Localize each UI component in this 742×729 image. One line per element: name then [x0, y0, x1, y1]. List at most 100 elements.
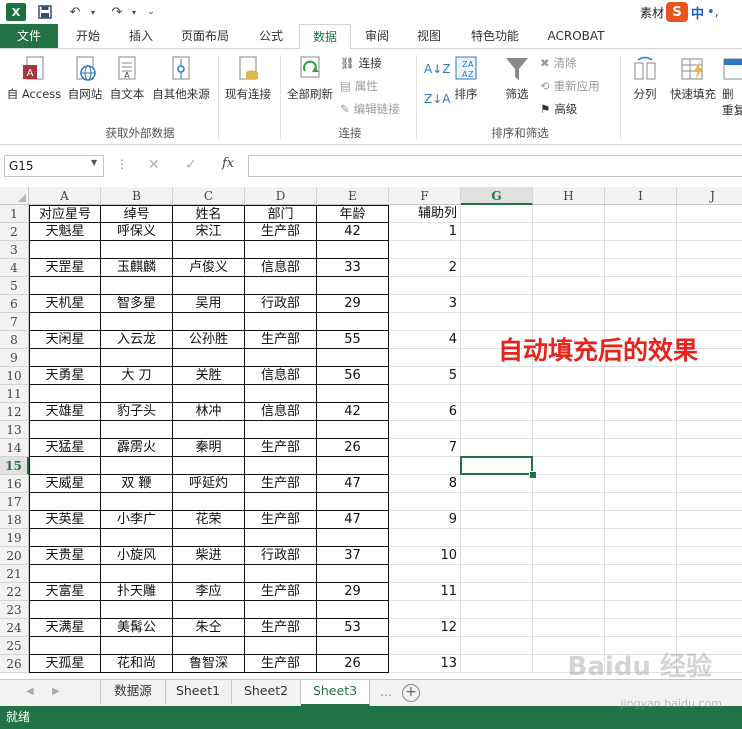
table-cell-star[interactable]: 天威星 [29, 475, 101, 493]
row-header-11[interactable]: 11 [0, 385, 29, 403]
tab-acrobat[interactable]: ACROBAT [538, 24, 614, 48]
advanced-filter-button[interactable]: ⚑ 高级 [540, 99, 577, 119]
table-cell-star[interactable]: 天机星 [29, 295, 101, 313]
from-web-button[interactable]: 自网站 [64, 55, 106, 102]
clear-filter-button[interactable]: ✖ 清除 [540, 53, 577, 73]
row-header-13[interactable]: 13 [0, 421, 29, 439]
cell-h11[interactable] [533, 385, 605, 403]
cell-j20[interactable] [677, 547, 742, 565]
table-cell-dept[interactable]: 生产部 [245, 475, 317, 493]
row-header-12[interactable]: 12 [0, 403, 29, 421]
row-header-16[interactable]: 16 [0, 475, 29, 493]
undo-dropdown-icon[interactable]: ▾ [88, 3, 98, 21]
table-cell-star[interactable]: 天勇星 [29, 367, 101, 385]
tab-special-features[interactable]: 特色功能 [458, 24, 532, 48]
table-cell-age[interactable]: 29 [317, 583, 389, 601]
table-header-cell[interactable]: 对应星号 [29, 205, 101, 223]
cell-i12[interactable] [605, 403, 677, 421]
table-cell-name[interactable]: 呼延灼 [173, 475, 245, 493]
row-header-22[interactable]: 22 [0, 583, 29, 601]
add-sheet-button[interactable]: + [402, 684, 420, 702]
cell-f7[interactable] [389, 313, 461, 331]
table-cell-name[interactable]: 吴用 [173, 295, 245, 313]
cell-i2[interactable] [605, 223, 677, 241]
row-header-15[interactable]: 15 [0, 457, 29, 475]
table-cell-aux[interactable]: 9 [389, 511, 461, 529]
cell-i11[interactable] [605, 385, 677, 403]
table-cell-age[interactable]: 33 [317, 259, 389, 277]
row-header-2[interactable]: 2 [0, 223, 29, 241]
cell-i16[interactable] [605, 475, 677, 493]
table-cell-name[interactable]: 卢俊义 [173, 259, 245, 277]
table-cell-age[interactable]: 37 [317, 547, 389, 565]
row-header-1[interactable]: 1 [0, 205, 29, 223]
row-header-24[interactable]: 24 [0, 619, 29, 637]
edit-links-button[interactable]: ✎ 编辑链接 [340, 99, 400, 119]
cell-h7[interactable] [533, 313, 605, 331]
cell-e17[interactable] [317, 493, 389, 511]
tab-formulas[interactable]: 公式 [244, 24, 298, 48]
cell-h18[interactable] [533, 511, 605, 529]
table-cell-dept[interactable]: 生产部 [245, 331, 317, 349]
existing-connections-button[interactable]: 现有连接 [222, 55, 274, 102]
cell-e7[interactable] [317, 313, 389, 331]
table-cell-dept[interactable]: 生产部 [245, 439, 317, 457]
table-cell-aux[interactable]: 4 [389, 331, 461, 349]
cell-h13[interactable] [533, 421, 605, 439]
cell-f25[interactable] [389, 637, 461, 655]
tab-view[interactable]: 视图 [404, 24, 454, 48]
cell-b3[interactable] [101, 241, 173, 259]
cell-g21[interactable] [461, 565, 533, 583]
cell-h12[interactable] [533, 403, 605, 421]
row-header-21[interactable]: 21 [0, 565, 29, 583]
connections-button[interactable]: ⛓ 连接 [340, 53, 382, 73]
row-header-20[interactable]: 20 [0, 547, 29, 565]
sheet-tab-sheet3[interactable]: Sheet3 [301, 680, 370, 706]
table-cell-star[interactable]: 天猛星 [29, 439, 101, 457]
sheet-tab-data-source[interactable]: 数据源 [100, 680, 166, 704]
row-header-7[interactable]: 7 [0, 313, 29, 331]
table-cell-aux[interactable]: 7 [389, 439, 461, 457]
sort-button[interactable]: ZAAZ 排序 [448, 55, 484, 102]
column-header-c[interactable]: C [173, 187, 245, 205]
cell-g23[interactable] [461, 601, 533, 619]
cell-i19[interactable] [605, 529, 677, 547]
table-cell-nick[interactable]: 大 刀 [101, 367, 173, 385]
cell-h6[interactable] [533, 295, 605, 313]
cell-b17[interactable] [101, 493, 173, 511]
table-cell-nick[interactable]: 双 鞭 [101, 475, 173, 493]
formula-input[interactable] [248, 155, 742, 177]
cell-i24[interactable] [605, 619, 677, 637]
row-header-19[interactable]: 19 [0, 529, 29, 547]
table-cell-nick[interactable]: 小李广 [101, 511, 173, 529]
cell-b9[interactable] [101, 349, 173, 367]
row-header-6[interactable]: 6 [0, 295, 29, 313]
worksheet-grid[interactable]: ABCDEFGHIJ 1 2 3 4 5 6 7 8 9 10 11 12 13 14 15 16 17 18 19… [0, 187, 742, 679]
cell-i3[interactable] [605, 241, 677, 259]
table-header-cell[interactable]: 姓名 [173, 205, 245, 223]
cell-h22[interactable] [533, 583, 605, 601]
cell-j15[interactable] [677, 457, 742, 475]
table-cell-aux[interactable]: 3 [389, 295, 461, 313]
table-cell-age[interactable]: 55 [317, 331, 389, 349]
cell-a5[interactable] [29, 277, 101, 295]
cell-e15[interactable] [317, 457, 389, 475]
next-sheet-icon[interactable]: ▶ [52, 686, 60, 697]
table-cell-name[interactable]: 柴进 [173, 547, 245, 565]
cell-j24[interactable] [677, 619, 742, 637]
cell-h21[interactable] [533, 565, 605, 583]
cell-g18[interactable] [461, 511, 533, 529]
sort-ascending-button[interactable]: A↓Z [424, 59, 450, 79]
cell-a15[interactable] [29, 457, 101, 475]
table-cell-star[interactable]: 天贵星 [29, 547, 101, 565]
table-cell-star[interactable]: 天富星 [29, 583, 101, 601]
cell-h4[interactable] [533, 259, 605, 277]
table-cell-nick[interactable]: 美髯公 [101, 619, 173, 637]
cell-f13[interactable] [389, 421, 461, 439]
prev-sheet-icon[interactable]: ◀ [26, 686, 34, 697]
cell-i22[interactable] [605, 583, 677, 601]
row-header-18[interactable]: 18 [0, 511, 29, 529]
cell-i5[interactable] [605, 277, 677, 295]
cell-d11[interactable] [245, 385, 317, 403]
cell-g4[interactable] [461, 259, 533, 277]
